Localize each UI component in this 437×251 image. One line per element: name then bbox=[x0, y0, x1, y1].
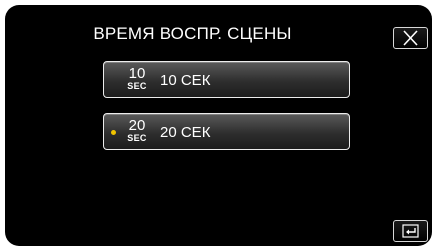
10-sec-icon: 10 SEC bbox=[127, 65, 147, 91]
return-icon bbox=[402, 224, 419, 238]
camera-menu-screen: ВРЕМЯ ВОСПР. СЦЕНЫ 10 SEC 10 СЕК 20 SEC … bbox=[5, 5, 432, 246]
option-label: 20 СЕК bbox=[160, 124, 211, 141]
option-10-sec[interactable]: 10 SEC 10 СЕК bbox=[103, 61, 350, 98]
20-sec-icon: 20 SEC bbox=[127, 117, 147, 143]
selected-indicator-icon bbox=[111, 130, 116, 135]
screen-frame: ВРЕМЯ ВОСПР. СЦЕНЫ 10 SEC 10 СЕК 20 SEC … bbox=[0, 0, 437, 251]
back-button[interactable] bbox=[393, 220, 428, 242]
page-title: ВРЕМЯ ВОСПР. СЦЕНЫ bbox=[93, 24, 292, 43]
option-20-sec[interactable]: 20 SEC 20 СЕК bbox=[103, 113, 350, 150]
close-button[interactable] bbox=[393, 27, 428, 49]
close-icon bbox=[403, 30, 418, 46]
option-label: 10 СЕК bbox=[160, 72, 211, 89]
